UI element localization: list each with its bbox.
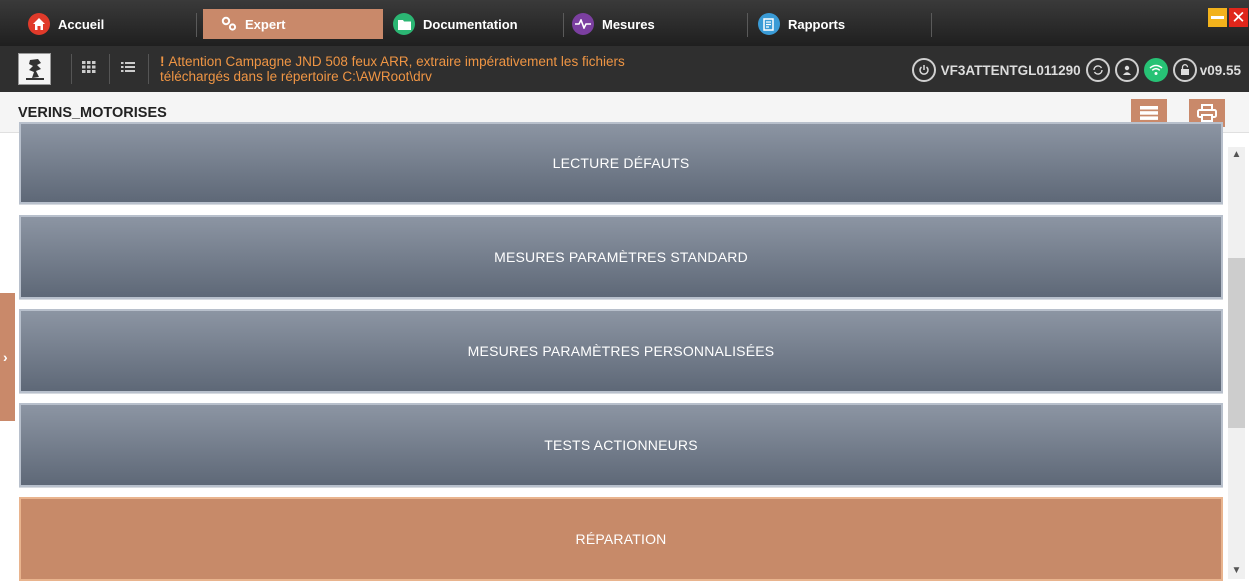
tab-accueil-label: Accueil	[58, 16, 105, 32]
chevron-right-icon: ›	[3, 349, 8, 365]
wifi-icon[interactable]	[1143, 58, 1168, 82]
warning-icon: !	[160, 54, 165, 69]
report-icon	[758, 13, 780, 35]
lecture-defauts-button[interactable]: LECTURE DÉFAUTS	[19, 122, 1223, 204]
campaign-warning: ! Attention Campagne JND 508 feux ARR, ex…	[160, 54, 625, 84]
close-button[interactable]: ✕	[1229, 8, 1248, 27]
divider	[148, 54, 149, 84]
folder-icon	[393, 13, 415, 35]
divider	[109, 54, 110, 84]
sync-icon[interactable]	[1085, 58, 1110, 82]
lock-icon[interactable]	[1172, 58, 1197, 82]
warning-line-1: Attention Campagne JND 508 feux ARR, ext…	[168, 54, 625, 69]
scrollbar-thumb[interactable]	[1228, 258, 1245, 428]
scroll-down-icon[interactable]: ▼	[1228, 564, 1245, 578]
menu-item-label: MESURES PARAMÈTRES STANDARD	[494, 249, 748, 265]
tab-documentation-label: Documentation	[423, 16, 518, 32]
tab-documentation[interactable]: Documentation	[393, 9, 518, 39]
menu-item-label: TESTS ACTIONNEURS	[544, 437, 698, 453]
list-view-icon[interactable]	[121, 60, 137, 76]
home-icon	[28, 13, 50, 35]
tab-divider	[931, 13, 932, 37]
page-title: VERINS_MOTORISES	[18, 105, 167, 121]
menu-item-label: RÉPARATION	[575, 531, 667, 547]
tab-rapports[interactable]: Rapports	[758, 9, 845, 39]
vin-number: VF3ATTENTGL011290	[940, 62, 1081, 78]
info-bar: ! Attention Campagne JND 508 feux ARR, ex…	[0, 46, 1249, 92]
side-panel-toggle[interactable]: ›	[0, 293, 15, 421]
mesures-personnalisees-button[interactable]: MESURES PARAMÈTRES PERSONNALISÉES	[19, 309, 1223, 393]
tab-divider	[196, 13, 197, 37]
power-icon[interactable]	[911, 58, 936, 82]
divider	[71, 54, 72, 84]
tab-mesures-label: Mesures	[602, 16, 655, 32]
warning-line-2: téléchargés dans le répertoire C:\AWRoot…	[160, 69, 432, 84]
mesures-standard-button[interactable]: MESURES PARAMÈTRES STANDARD	[19, 215, 1223, 299]
grid-view-icon[interactable]	[82, 60, 98, 76]
tab-expert[interactable]: Expert	[203, 9, 383, 39]
function-list: LECTURE DÉFAUTS MESURES PARAMÈTRES STAND…	[0, 122, 1249, 581]
tab-expert-label: Expert	[245, 16, 286, 32]
list-icon	[1140, 106, 1158, 120]
minimize-button[interactable]	[1208, 8, 1227, 27]
tab-divider	[563, 13, 564, 37]
tab-mesures[interactable]: Mesures	[572, 9, 655, 39]
menu-item-label: LECTURE DÉFAUTS	[552, 155, 690, 171]
tab-divider	[747, 13, 748, 37]
peugeot-logo	[18, 53, 51, 85]
menu-item-label: MESURES PARAMÈTRES PERSONNALISÉES	[467, 343, 775, 359]
tab-accueil[interactable]: Accueil	[28, 9, 104, 39]
gears-icon	[221, 16, 237, 32]
scroll-up-icon[interactable]: ▲	[1228, 148, 1245, 162]
print-icon	[1197, 104, 1217, 122]
tests-actionneurs-button[interactable]: TESTS ACTIONNEURS	[19, 403, 1223, 487]
tab-bar: Accueil Expert Documentation Mesures Rap…	[0, 0, 1249, 46]
user-icon[interactable]	[1114, 58, 1139, 82]
reparation-button[interactable]: RÉPARATION	[19, 497, 1223, 581]
waveform-icon	[572, 13, 594, 35]
version-label: v09.55	[1199, 62, 1241, 78]
vehicle-status: VF3ATTENTGL011290 v09.55	[911, 57, 1241, 83]
tab-rapports-label: Rapports	[788, 16, 846, 32]
